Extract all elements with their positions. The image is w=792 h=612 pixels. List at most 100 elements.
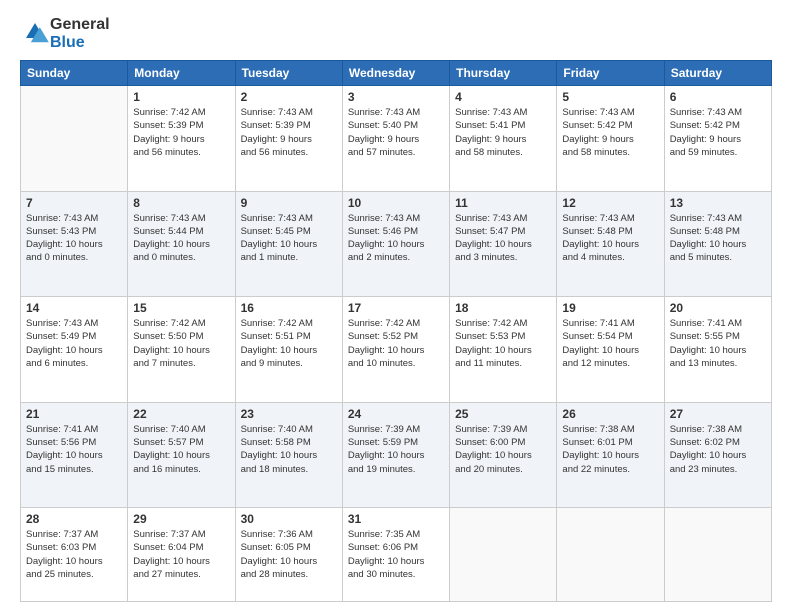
- calendar-cell: 7 Sunrise: 7:43 AM Sunset: 5:43 PM Daylig…: [21, 191, 128, 297]
- day-number: 19: [562, 301, 658, 315]
- calendar-cell: 5 Sunrise: 7:43 AM Sunset: 5:42 PM Daylig…: [557, 86, 664, 192]
- calendar-cell: 15Sunrise: 7:42 AM Sunset: 5:50 PM Dayli…: [128, 297, 235, 403]
- calendar-cell: 18 Sunrise: 7:42 AM Sunset: 5:53 PM Dayli…: [450, 297, 557, 403]
- day-number: 29: [133, 512, 229, 526]
- day-info: Sunrise: 7:40 AM Sunset: 5:58 PM Dayligh…: [241, 423, 337, 476]
- calendar-cell: 6Sunrise: 7:43 AM Sunset: 5:42 PM Daylig…: [664, 86, 771, 192]
- day-info: Sunrise: 7:39 AM Sunset: 6:00 PM Dayligh…: [455, 423, 551, 476]
- calendar-cell: 17 Sunrise: 7:42 AM Sunset: 5:52 PM Dayli…: [342, 297, 449, 403]
- logo: General Blue: [20, 16, 110, 52]
- days-header-row: SundayMondayTuesdayWednesdayThursdayFrid…: [21, 61, 772, 86]
- day-info: Sunrise: 7:38 AM Sunset: 6:01 PM Dayligh…: [562, 423, 658, 476]
- day-info: Sunrise: 7:43 AM Sunset: 5:45 PM Dayligh…: [241, 212, 337, 265]
- logo-icon: [20, 17, 50, 47]
- day-number: 8: [133, 196, 229, 210]
- day-number: 14: [26, 301, 122, 315]
- day-info: Sunrise: 7:39 AM Sunset: 5:59 PM Dayligh…: [348, 423, 444, 476]
- day-number: 25: [455, 407, 551, 421]
- day-header-friday: Friday: [557, 61, 664, 86]
- day-info: Sunrise: 7:43 AM Sunset: 5:47 PM Dayligh…: [455, 212, 551, 265]
- day-info: Sunrise: 7:38 AM Sunset: 6:02 PM Dayligh…: [670, 423, 766, 476]
- day-number: 24: [348, 407, 444, 421]
- day-info: Sunrise: 7:43 AM Sunset: 5:49 PM Dayligh…: [26, 317, 122, 370]
- day-info: Sunrise: 7:43 AM Sunset: 5:43 PM Dayligh…: [26, 212, 122, 265]
- day-number: 11: [455, 196, 551, 210]
- calendar-cell: 2 Sunrise: 7:43 AM Sunset: 5:39 PM Daylig…: [235, 86, 342, 192]
- day-info: Sunrise: 7:43 AM Sunset: 5:48 PM Dayligh…: [670, 212, 766, 265]
- calendar-cell: 29 Sunrise: 7:37 AM Sunset: 6:04 PM Dayli…: [128, 508, 235, 602]
- calendar-cell: [664, 508, 771, 602]
- page: General Blue SundayMondayTuesdayWednesda…: [0, 0, 792, 612]
- day-number: 30: [241, 512, 337, 526]
- day-info: Sunrise: 7:37 AM Sunset: 6:03 PM Dayligh…: [26, 528, 122, 581]
- day-header-monday: Monday: [128, 61, 235, 86]
- day-info: Sunrise: 7:41 AM Sunset: 5:56 PM Dayligh…: [26, 423, 122, 476]
- day-number: 23: [241, 407, 337, 421]
- week-row-4: 21Sunrise: 7:41 AM Sunset: 5:56 PM Dayli…: [21, 402, 772, 508]
- calendar-cell: 31 Sunrise: 7:35 AM Sunset: 6:06 PM Dayli…: [342, 508, 449, 602]
- calendar-cell: 11 Sunrise: 7:43 AM Sunset: 5:47 PM Dayli…: [450, 191, 557, 297]
- day-info: Sunrise: 7:43 AM Sunset: 5:46 PM Dayligh…: [348, 212, 444, 265]
- day-info: Sunrise: 7:42 AM Sunset: 5:53 PM Dayligh…: [455, 317, 551, 370]
- calendar-cell: 3Sunrise: 7:43 AM Sunset: 5:40 PM Daylig…: [342, 86, 449, 192]
- calendar-cell: 16Sunrise: 7:42 AM Sunset: 5:51 PM Dayli…: [235, 297, 342, 403]
- day-number: 13: [670, 196, 766, 210]
- day-info: Sunrise: 7:42 AM Sunset: 5:52 PM Dayligh…: [348, 317, 444, 370]
- day-header-sunday: Sunday: [21, 61, 128, 86]
- day-number: 26: [562, 407, 658, 421]
- day-info: Sunrise: 7:43 AM Sunset: 5:41 PM Dayligh…: [455, 106, 551, 159]
- day-header-thursday: Thursday: [450, 61, 557, 86]
- calendar-cell: 14 Sunrise: 7:43 AM Sunset: 5:49 PM Dayli…: [21, 297, 128, 403]
- day-info: Sunrise: 7:43 AM Sunset: 5:40 PM Dayligh…: [348, 106, 444, 159]
- day-info: Sunrise: 7:43 AM Sunset: 5:44 PM Dayligh…: [133, 212, 229, 265]
- calendar-cell: 12 Sunrise: 7:43 AM Sunset: 5:48 PM Dayli…: [557, 191, 664, 297]
- day-info: Sunrise: 7:37 AM Sunset: 6:04 PM Dayligh…: [133, 528, 229, 581]
- day-info: Sunrise: 7:41 AM Sunset: 5:55 PM Dayligh…: [670, 317, 766, 370]
- day-info: Sunrise: 7:40 AM Sunset: 5:57 PM Dayligh…: [133, 423, 229, 476]
- day-number: 18: [455, 301, 551, 315]
- day-number: 9: [241, 196, 337, 210]
- calendar-cell: 26 Sunrise: 7:38 AM Sunset: 6:01 PM Dayli…: [557, 402, 664, 508]
- calendar-cell: 19 Sunrise: 7:41 AM Sunset: 5:54 PM Dayli…: [557, 297, 664, 403]
- calendar-cell: 4Sunrise: 7:43 AM Sunset: 5:41 PM Daylig…: [450, 86, 557, 192]
- day-info: Sunrise: 7:43 AM Sunset: 5:42 PM Dayligh…: [670, 106, 766, 159]
- day-header-wednesday: Wednesday: [342, 61, 449, 86]
- day-info: Sunrise: 7:35 AM Sunset: 6:06 PM Dayligh…: [348, 528, 444, 581]
- calendar-cell: 24 Sunrise: 7:39 AM Sunset: 5:59 PM Dayli…: [342, 402, 449, 508]
- calendar-cell: 10 Sunrise: 7:43 AM Sunset: 5:46 PM Dayli…: [342, 191, 449, 297]
- day-number: 5: [562, 90, 658, 104]
- calendar-cell: 9 Sunrise: 7:43 AM Sunset: 5:45 PM Daylig…: [235, 191, 342, 297]
- header: General Blue: [20, 16, 772, 52]
- calendar-cell: 27 Sunrise: 7:38 AM Sunset: 6:02 PM Dayli…: [664, 402, 771, 508]
- day-number: 2: [241, 90, 337, 104]
- day-info: Sunrise: 7:43 AM Sunset: 5:39 PM Dayligh…: [241, 106, 337, 159]
- week-row-1: 1Sunrise: 7:42 AM Sunset: 5:39 PM Daylig…: [21, 86, 772, 192]
- calendar-cell: 1Sunrise: 7:42 AM Sunset: 5:39 PM Daylig…: [128, 86, 235, 192]
- logo-text: General Blue: [50, 16, 110, 52]
- calendar-cell: 21Sunrise: 7:41 AM Sunset: 5:56 PM Dayli…: [21, 402, 128, 508]
- calendar-cell: [450, 508, 557, 602]
- day-info: Sunrise: 7:43 AM Sunset: 5:42 PM Dayligh…: [562, 106, 658, 159]
- day-info: Sunrise: 7:43 AM Sunset: 5:48 PM Dayligh…: [562, 212, 658, 265]
- day-number: 17: [348, 301, 444, 315]
- day-header-saturday: Saturday: [664, 61, 771, 86]
- day-info: Sunrise: 7:36 AM Sunset: 6:05 PM Dayligh…: [241, 528, 337, 581]
- day-number: 10: [348, 196, 444, 210]
- day-number: 22: [133, 407, 229, 421]
- day-info: Sunrise: 7:42 AM Sunset: 5:50 PM Dayligh…: [133, 317, 229, 370]
- day-number: 12: [562, 196, 658, 210]
- calendar-cell: 25 Sunrise: 7:39 AM Sunset: 6:00 PM Dayli…: [450, 402, 557, 508]
- calendar-cell: 30 Sunrise: 7:36 AM Sunset: 6:05 PM Dayli…: [235, 508, 342, 602]
- calendar-cell: 23 Sunrise: 7:40 AM Sunset: 5:58 PM Dayli…: [235, 402, 342, 508]
- calendar-cell: [21, 86, 128, 192]
- day-info: Sunrise: 7:42 AM Sunset: 5:51 PM Dayligh…: [241, 317, 337, 370]
- calendar-table: SundayMondayTuesdayWednesdayThursdayFrid…: [20, 60, 772, 602]
- calendar-cell: 22 Sunrise: 7:40 AM Sunset: 5:57 PM Dayli…: [128, 402, 235, 508]
- day-number: 20: [670, 301, 766, 315]
- day-info: Sunrise: 7:42 AM Sunset: 5:39 PM Dayligh…: [133, 106, 229, 159]
- day-number: 7: [26, 196, 122, 210]
- day-info: Sunrise: 7:41 AM Sunset: 5:54 PM Dayligh…: [562, 317, 658, 370]
- day-number: 27: [670, 407, 766, 421]
- calendar-cell: [557, 508, 664, 602]
- day-number: 31: [348, 512, 444, 526]
